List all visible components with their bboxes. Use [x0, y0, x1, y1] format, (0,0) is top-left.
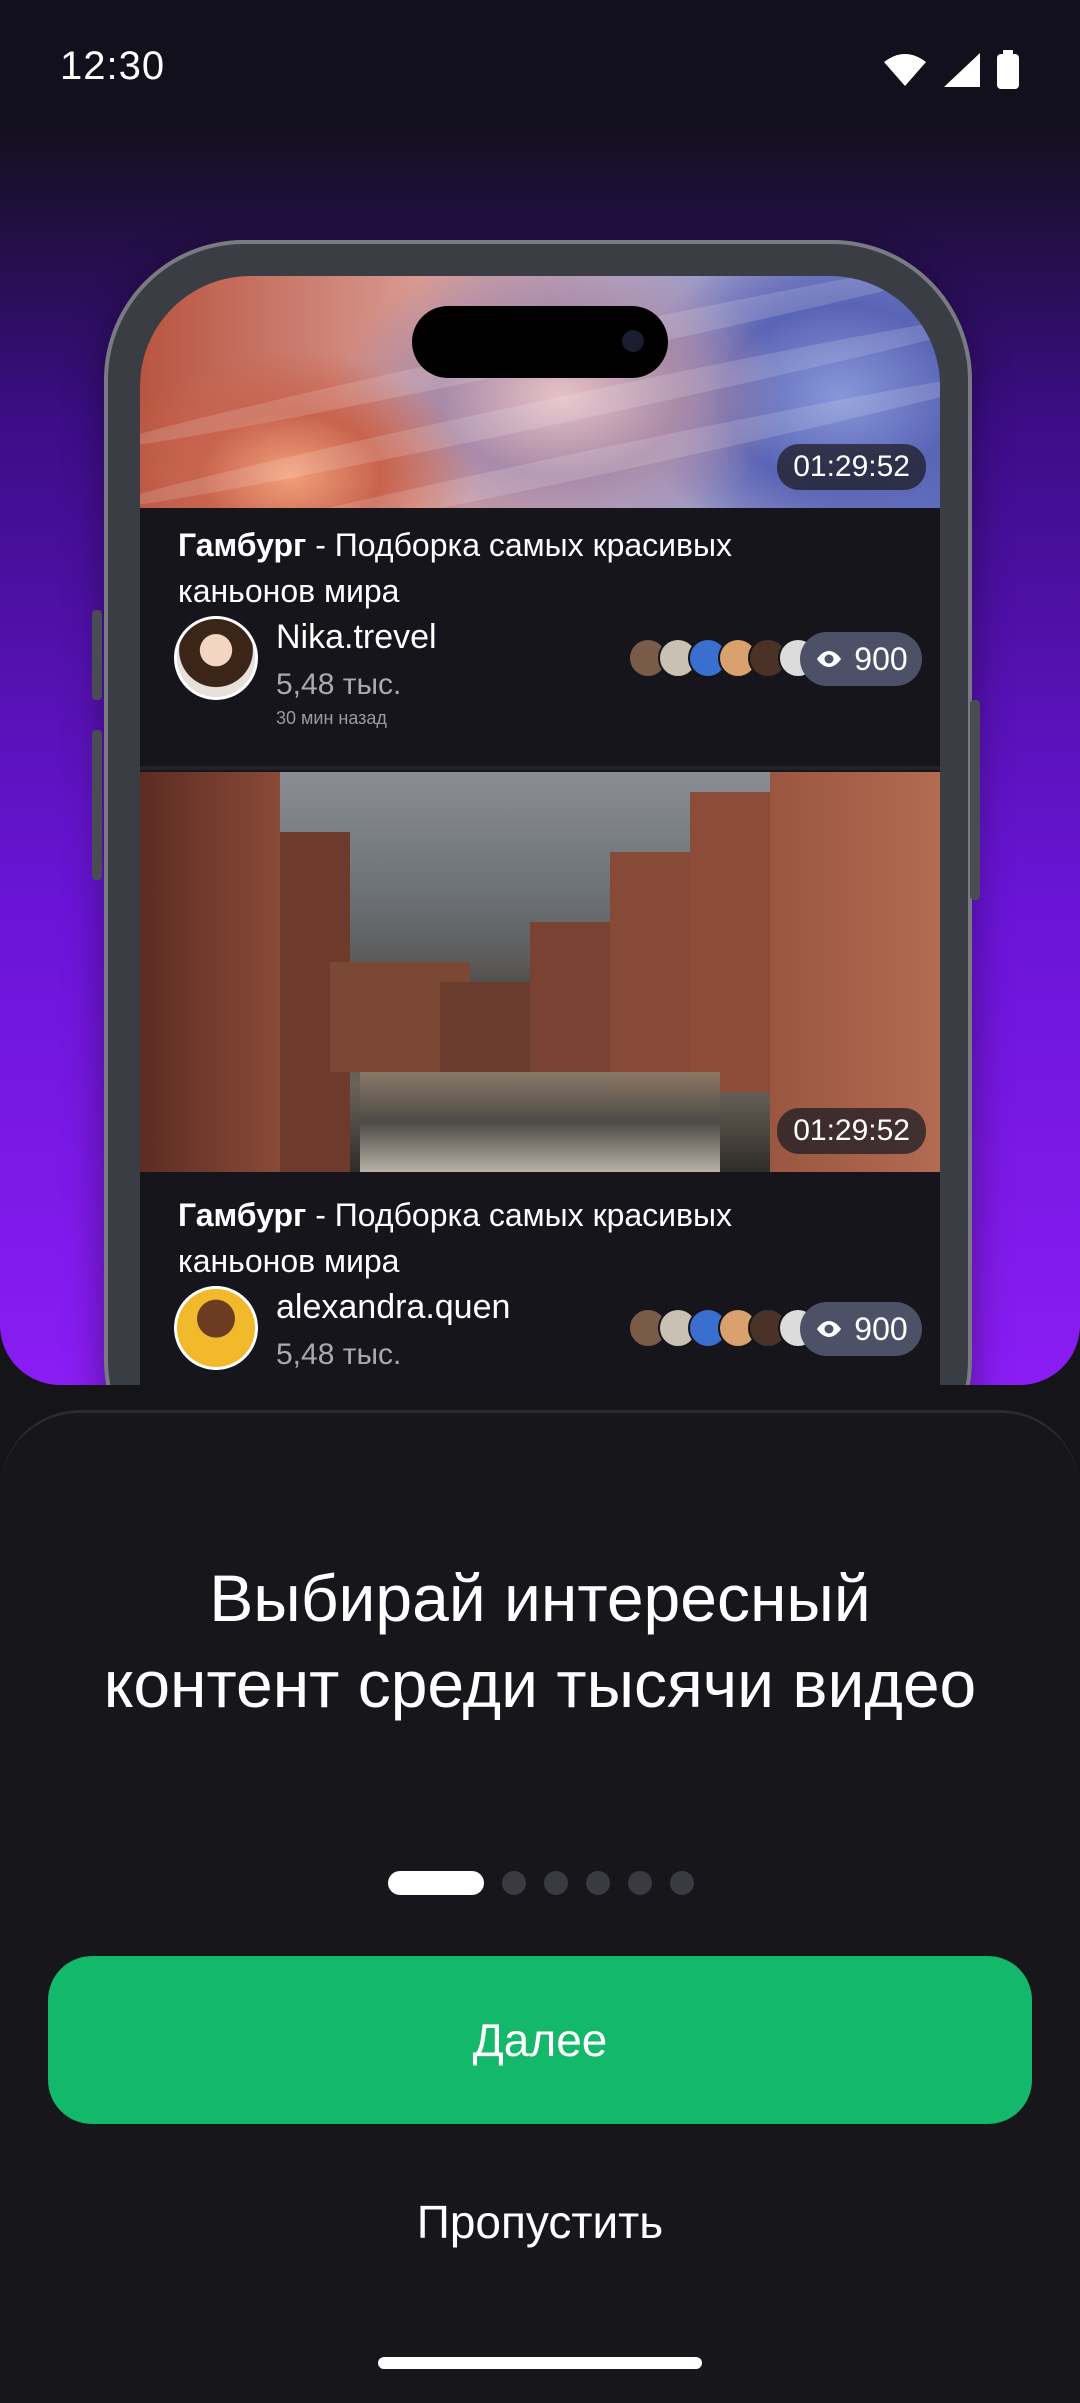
eye-icon	[814, 641, 844, 678]
headline-line-1: Выбирай интересный	[209, 1561, 871, 1635]
followers-count: 5,48 тыс.	[276, 668, 402, 701]
page-indicator	[388, 1871, 694, 1895]
status-icons	[882, 50, 1020, 95]
camera-icon	[622, 330, 644, 352]
phone-screen: 01:29:52 Гамбург - Подборка самых красив…	[140, 276, 940, 1385]
headline-line-2: контент среди тысячи видео	[103, 1647, 977, 1721]
viewer-avatars	[628, 638, 818, 678]
viewer-avatars	[628, 1308, 818, 1348]
followers-count: 5,48 тыс.	[276, 1338, 402, 1371]
video-thumbnail[interactable]: 01:29:52	[140, 772, 940, 1172]
signal-icon	[942, 51, 982, 94]
hero-background: 01:29:52 Гамбург - Подборка самых красив…	[0, 0, 1080, 1385]
video-title-bold: Гамбург	[178, 1197, 307, 1233]
eye-icon	[814, 1311, 844, 1348]
phone-side-button	[92, 730, 102, 880]
phone-side-button	[92, 610, 102, 700]
status-time: 12:30	[60, 44, 166, 88]
video-duration: 01:29:52	[777, 444, 926, 490]
author-name[interactable]: Nika.trevel	[276, 618, 437, 657]
onboarding-headline: Выбирай интересный контент среди тысячи …	[0, 1555, 1080, 1727]
views-count: 900	[854, 640, 908, 677]
video-title[interactable]: Гамбург - Подборка самых красивых каньон…	[178, 1192, 818, 1284]
views-badge: 900	[800, 632, 922, 686]
video-title[interactable]: Гамбург - Подборка самых красивых каньон…	[178, 522, 818, 614]
page-dot	[628, 1871, 652, 1895]
wifi-icon	[882, 52, 928, 93]
battery-icon	[996, 50, 1020, 95]
skip-button[interactable]: Пропустить	[340, 2182, 740, 2262]
page-dot	[502, 1871, 526, 1895]
video-duration: 01:29:52	[777, 1108, 926, 1154]
page-dot	[544, 1871, 568, 1895]
author-name[interactable]: alexandra.quen	[276, 1288, 510, 1327]
next-button[interactable]: Далее	[48, 1956, 1032, 2124]
home-indicator[interactable]	[378, 2357, 702, 2369]
avatar[interactable]	[174, 1286, 258, 1370]
page-dot-active	[388, 1871, 484, 1895]
avatar[interactable]	[174, 616, 258, 700]
views-badge: 900	[800, 1302, 922, 1356]
page-dot	[670, 1871, 694, 1895]
time-ago: 30 мин назад	[276, 708, 387, 728]
divider	[140, 766, 940, 770]
dynamic-island	[412, 306, 668, 378]
status-bar: 12:30	[0, 0, 1080, 140]
phone-side-button	[970, 700, 980, 900]
views-count: 900	[854, 1310, 908, 1347]
video-title-bold: Гамбург	[178, 527, 307, 563]
page-dot	[586, 1871, 610, 1895]
